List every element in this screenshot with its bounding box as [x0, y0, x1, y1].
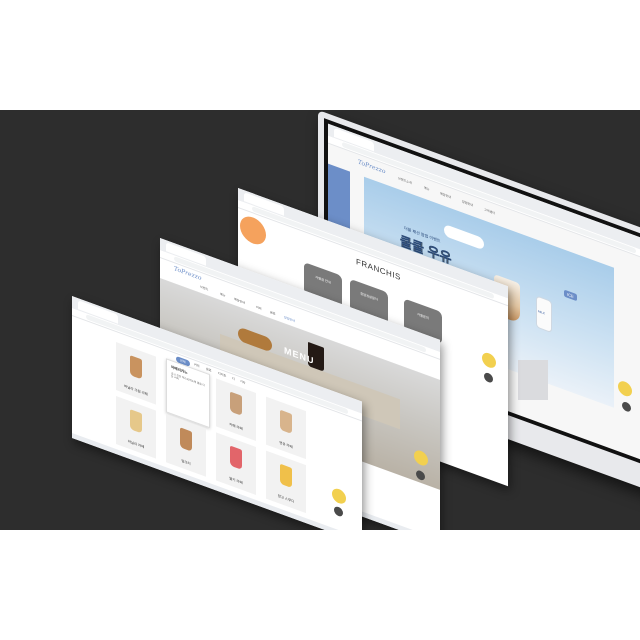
product-card-4[interactable]: 연유 라떼: [266, 396, 306, 460]
filter-chip-6[interactable]: 기타: [240, 379, 246, 385]
milk-bottle: MILK: [536, 295, 552, 334]
product-card-1[interactable]: 바닐라 크림 라떼: [116, 342, 156, 405]
hero-badge: ICE: [564, 289, 577, 302]
mockup-stage: ToPrezzo 브랜드소개 메뉴 매장안내 창업안내 고객센터 더블 패션 팝…: [0, 110, 640, 530]
monitor-nav-2[interactable]: 메뉴: [424, 186, 430, 192]
product-image: [280, 463, 292, 489]
filter-chip-2[interactable]: 커피: [194, 362, 200, 368]
monitor-nav-3[interactable]: 매장안내: [440, 191, 451, 199]
product-image: [180, 427, 192, 452]
hero-cloud: [444, 223, 484, 251]
product-image: [130, 355, 142, 380]
product-image: [230, 445, 242, 470]
monitor-stand: [518, 360, 548, 400]
monitor-nav-4[interactable]: 창업안내: [462, 199, 473, 207]
menu-nav-1[interactable]: 브랜드: [200, 285, 208, 292]
milk-label: MILK: [538, 309, 546, 316]
monitor-top-button[interactable]: [622, 400, 631, 413]
menu-nav-2[interactable]: 메뉴: [220, 292, 226, 298]
list-top-button[interactable]: [334, 505, 343, 518]
monitor-nav-1[interactable]: 브랜드소개: [398, 176, 412, 185]
list-chat-button[interactable]: [332, 486, 346, 506]
franchise-chat-button[interactable]: [482, 350, 496, 370]
product-image: [130, 409, 142, 434]
menu-nav-6[interactable]: 창업안내: [284, 315, 295, 323]
monitor-nav-5[interactable]: 고객센터: [484, 207, 495, 215]
product-card-8[interactable]: 망고 스무디: [266, 450, 306, 514]
product-card-3[interactable]: 카페 라떼: [216, 378, 256, 441]
monitor-chat-button[interactable]: [618, 379, 632, 399]
filter-chip-5[interactable]: 티: [232, 376, 235, 381]
product-card-5[interactable]: 바닐라 라떼: [116, 396, 156, 459]
product-image: [230, 391, 242, 416]
menu-nav-3[interactable]: 매장안내: [234, 297, 245, 305]
product-image: [280, 409, 292, 435]
franchise-top-button[interactable]: [484, 371, 493, 384]
product-card-7[interactable]: 딸기 라떼: [216, 432, 256, 495]
menu-nav-4[interactable]: 커피: [256, 305, 262, 311]
menu-nav-5[interactable]: 음료: [270, 310, 276, 316]
orange-circle: [240, 212, 266, 249]
popup-desc: 깊고 진한 에스프레소에 물을 더한 커피: [171, 372, 205, 388]
filter-chip-4[interactable]: 디저트: [218, 371, 226, 378]
filter-chip-3[interactable]: 음료: [206, 367, 212, 373]
